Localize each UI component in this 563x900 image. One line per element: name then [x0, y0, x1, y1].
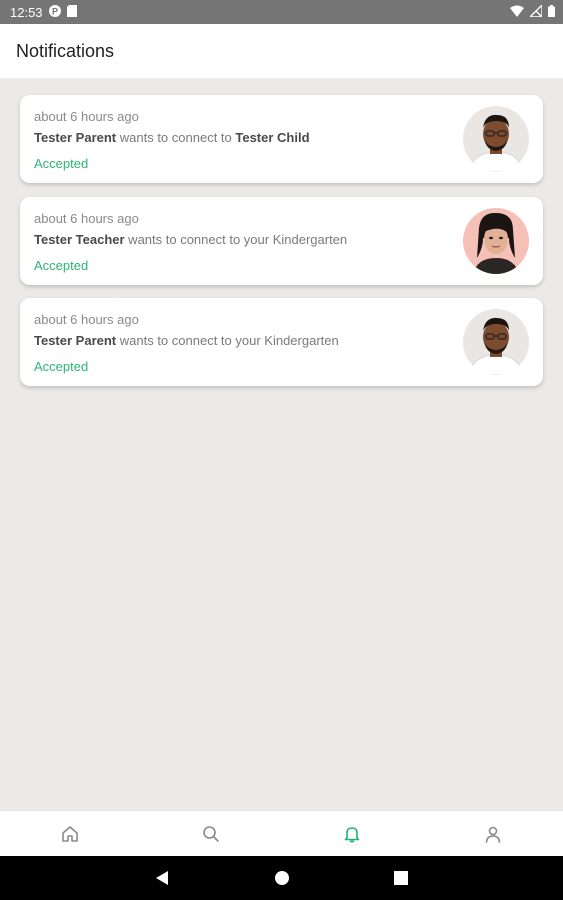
notification-target: Tester Child: [235, 130, 310, 145]
avatar: [463, 208, 529, 274]
back-icon: [156, 871, 168, 885]
notification-card[interactable]: about 6 hours ago Tester Teacher wants t…: [20, 197, 543, 285]
status-left: 12:53 P: [10, 4, 77, 20]
notification-actor: Tester Parent: [34, 333, 117, 348]
notification-action: wants to connect to your Kindergarten: [124, 232, 348, 247]
notification-message: Tester Teacher wants to connect to your …: [34, 232, 454, 248]
nav-search[interactable]: [141, 811, 281, 857]
status-right: [510, 2, 555, 20]
app-bar: Notifications: [0, 24, 563, 78]
notification-text: about 6 hours ago Tester Parent wants to…: [34, 109, 454, 171]
notification-status: Accepted: [34, 156, 89, 171]
notification-time: about 6 hours ago: [34, 211, 139, 226]
notification-card[interactable]: about 6 hours ago Tester Parent wants to…: [20, 95, 543, 183]
wifi-icon: [510, 5, 524, 20]
home-circle-icon: [275, 871, 289, 885]
female-avatar-icon: [463, 208, 529, 274]
system-back-button[interactable]: [132, 856, 192, 900]
pinterest-icon: P: [48, 4, 61, 20]
notification-message: Tester Parent wants to connect to Tester…: [34, 130, 454, 146]
notification-text: about 6 hours ago Tester Parent wants to…: [34, 312, 454, 374]
page-title: Notifications: [16, 40, 115, 61]
sd-card-icon: [66, 4, 77, 20]
notification-list: about 6 hours ago Tester Parent wants to…: [0, 78, 563, 810]
battery-icon: [548, 4, 555, 20]
svg-text:P: P: [52, 6, 58, 16]
user-icon: [485, 826, 501, 843]
male-avatar-icon: [463, 106, 529, 172]
notification-action: wants to connect to your Kindergarten: [116, 333, 339, 348]
search-icon: [203, 826, 219, 842]
no-signal-icon: [528, 2, 543, 20]
status-bar: 12:53 P: [0, 0, 563, 24]
notification-card[interactable]: about 6 hours ago Tester Parent wants to…: [20, 298, 543, 386]
notification-status: Accepted: [34, 258, 89, 273]
notification-time: about 6 hours ago: [34, 312, 139, 327]
notification-time: about 6 hours ago: [34, 109, 139, 124]
system-nav-bar: [0, 856, 563, 900]
avatar: [463, 309, 529, 375]
system-home-button[interactable]: [252, 856, 312, 900]
notification-text: about 6 hours ago Tester Teacher wants t…: [34, 211, 454, 273]
recents-icon: [394, 871, 408, 885]
nav-profile[interactable]: [423, 811, 563, 857]
notification-message: Tester Parent wants to connect to your K…: [34, 333, 454, 349]
bell-icon: [344, 827, 360, 843]
notification-action: wants to connect to: [116, 130, 236, 145]
nav-home[interactable]: [0, 811, 140, 857]
system-recents-button[interactable]: [371, 856, 431, 900]
avatar: [463, 106, 529, 172]
bottom-nav: [0, 810, 563, 856]
home-icon: [62, 826, 78, 842]
status-time: 12:53: [10, 4, 43, 20]
notification-actor: Tester Parent: [34, 130, 117, 145]
notification-status: Accepted: [34, 359, 89, 374]
nav-notifications[interactable]: [282, 811, 422, 857]
notification-actor: Tester Teacher: [34, 232, 125, 247]
male-avatar-icon: [463, 309, 529, 375]
